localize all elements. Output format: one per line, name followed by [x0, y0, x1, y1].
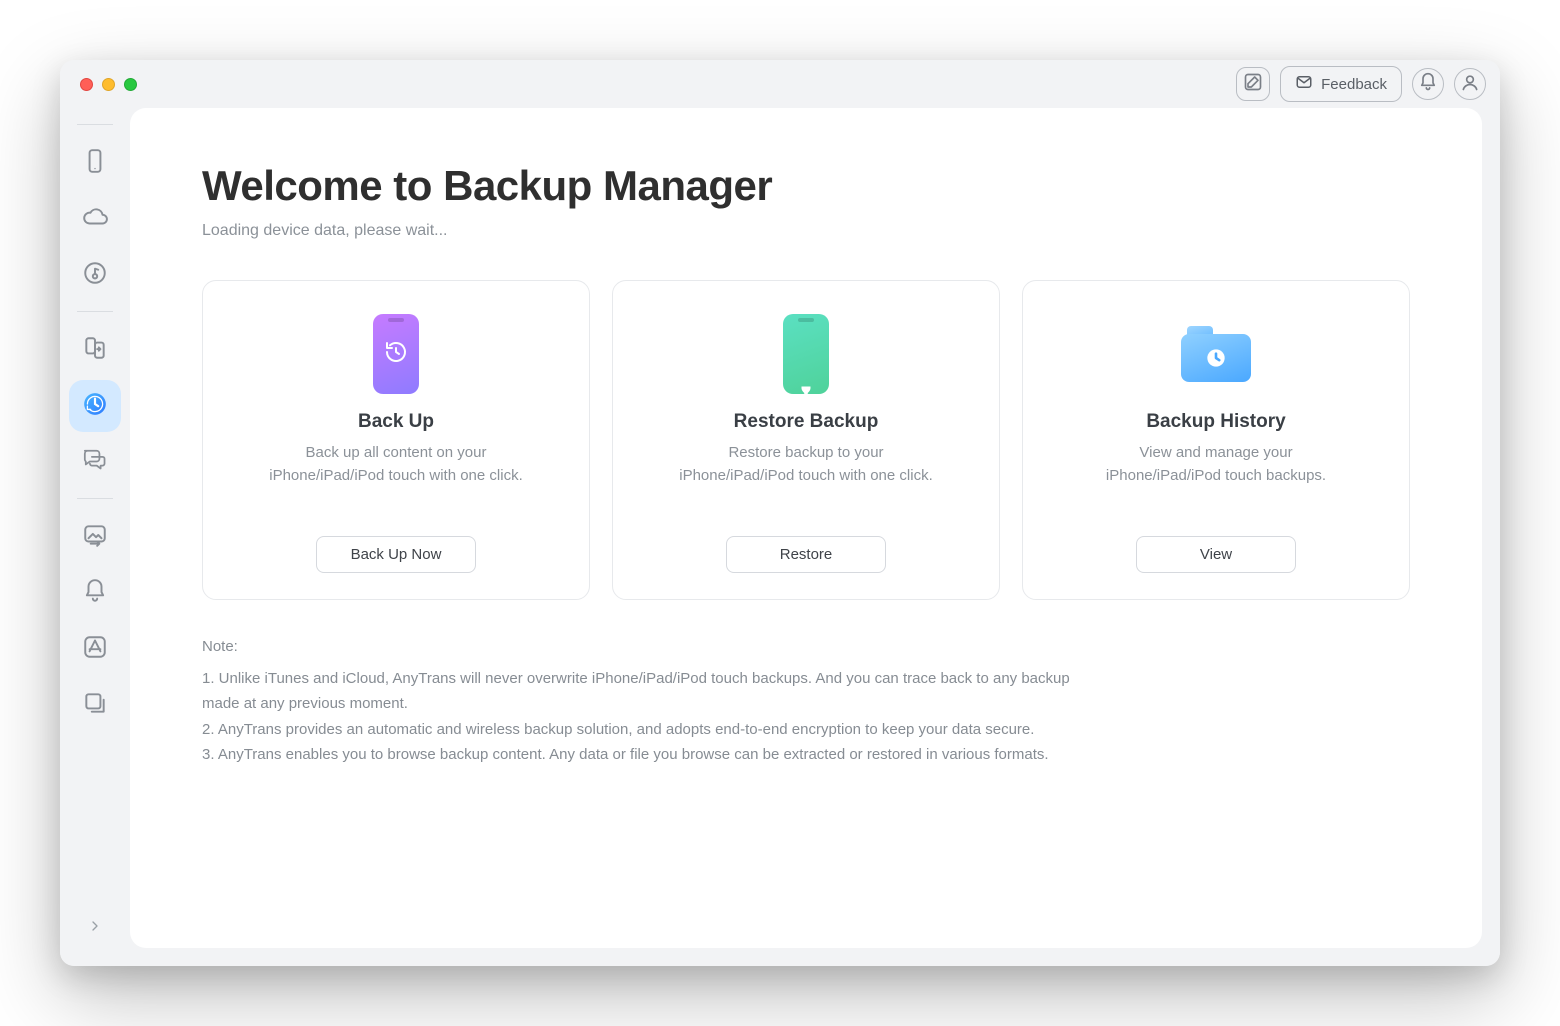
- sidebar-item-mirror[interactable]: [69, 679, 121, 731]
- backup-now-button[interactable]: Back Up Now: [316, 536, 476, 573]
- notes-section: Note: 1. Unlike iTunes and iCloud, AnyTr…: [202, 634, 1092, 768]
- titlebar: Feedback: [60, 60, 1500, 108]
- sidebar-item-device[interactable]: [69, 137, 121, 189]
- sidebar-item-backup[interactable]: [69, 380, 121, 432]
- cards-row: Back Up Back up all content on your iPho…: [202, 280, 1410, 600]
- compose-button[interactable]: [1236, 67, 1270, 101]
- app-window: Feedback: [60, 60, 1500, 966]
- card-backup: Back Up Back up all content on your iPho…: [202, 280, 590, 600]
- sidebar-divider: [77, 311, 113, 312]
- notes-heading: Note:: [202, 634, 1092, 660]
- backup-clock-icon: [82, 391, 108, 422]
- compose-icon: [1243, 72, 1263, 97]
- main-panel: Welcome to Backup Manager Loading device…: [130, 108, 1482, 948]
- content-area: Welcome to Backup Manager Loading device…: [130, 108, 1500, 966]
- card-desc: Restore backup to your iPhone/iPad/iPod …: [676, 441, 936, 488]
- chevron-right-icon: [87, 918, 103, 939]
- card-desc: Back up all content on your iPhone/iPad/…: [266, 441, 526, 488]
- feedback-button[interactable]: Feedback: [1280, 66, 1402, 102]
- note-item: 3. AnyTrans enables you to browse backup…: [202, 742, 1092, 768]
- sidebar-divider: [77, 124, 113, 125]
- window-zoom-button[interactable]: [124, 78, 137, 91]
- history-folder-icon: [1176, 313, 1256, 395]
- feedback-label: Feedback: [1321, 76, 1387, 93]
- sidebar-item-cloud[interactable]: [69, 193, 121, 245]
- sidebar-item-transfer[interactable]: [69, 324, 121, 376]
- view-history-button[interactable]: View: [1136, 536, 1296, 573]
- account-button[interactable]: [1454, 68, 1486, 100]
- appstore-icon: [82, 634, 108, 665]
- note-item: 2. AnyTrans provides an automatic and wi…: [202, 717, 1092, 743]
- backup-phone-icon: [368, 313, 424, 395]
- notifications-button[interactable]: [1412, 68, 1444, 100]
- cloud-icon: [82, 204, 108, 235]
- sidebar: [60, 108, 130, 966]
- sidebar-collapse-toggle[interactable]: [75, 908, 115, 948]
- screens-icon: [82, 690, 108, 721]
- mail-icon: [1295, 73, 1313, 95]
- card-restore: Restore Backup Restore backup to your iP…: [612, 280, 1000, 600]
- sidebar-item-photos[interactable]: [69, 511, 121, 563]
- page-subtitle: Loading device data, please wait...: [202, 222, 1410, 240]
- note-item: 1. Unlike iTunes and iCloud, AnyTrans wi…: [202, 666, 1092, 717]
- music-icon: [82, 260, 108, 291]
- restore-button[interactable]: Restore: [726, 536, 886, 573]
- sidebar-item-media[interactable]: [69, 249, 121, 301]
- card-title: Restore Backup: [734, 411, 879, 433]
- window-controls: [74, 78, 137, 91]
- sidebar-item-ringtone[interactable]: [69, 567, 121, 619]
- window-minimize-button[interactable]: [102, 78, 115, 91]
- card-history: Backup History View and manage your iPho…: [1022, 280, 1410, 600]
- sidebar-item-messages[interactable]: [69, 436, 121, 488]
- chat-icon: [82, 447, 108, 478]
- sidebar-item-apps[interactable]: [69, 623, 121, 675]
- page-title: Welcome to Backup Manager: [202, 162, 1410, 210]
- bell-icon: [1418, 72, 1438, 97]
- card-title: Backup History: [1146, 411, 1285, 433]
- card-title: Back Up: [358, 411, 434, 433]
- bell-outline-icon: [82, 578, 108, 609]
- transfer-icon: [82, 335, 108, 366]
- phone-icon: [82, 148, 108, 179]
- photo-transfer-icon: [82, 522, 108, 553]
- sidebar-divider: [77, 498, 113, 499]
- restore-phone-icon: [778, 313, 834, 395]
- window-close-button[interactable]: [80, 78, 93, 91]
- card-desc: View and manage your iPhone/iPad/iPod to…: [1086, 441, 1346, 488]
- user-icon: [1460, 72, 1480, 97]
